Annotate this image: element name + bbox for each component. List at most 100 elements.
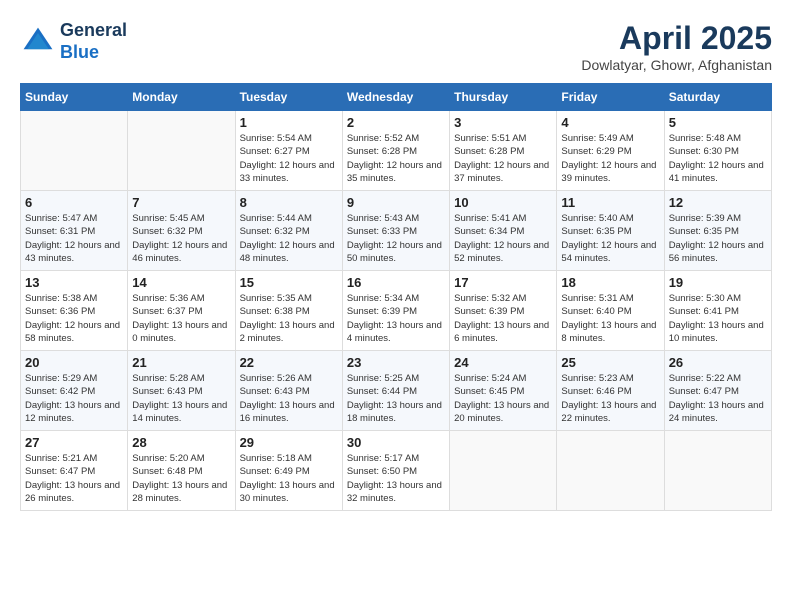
title-block: April 2025 Dowlatyar, Ghowr, Afghanistan — [581, 20, 772, 73]
day-number: 11 — [561, 195, 659, 210]
day-info: Sunrise: 5:44 AMSunset: 6:32 PMDaylight:… — [240, 212, 338, 265]
day-info: Sunrise: 5:51 AMSunset: 6:28 PMDaylight:… — [454, 132, 552, 185]
day-info: Sunrise: 5:48 AMSunset: 6:30 PMDaylight:… — [669, 132, 767, 185]
calendar-cell: 8 Sunrise: 5:44 AMSunset: 6:32 PMDaylight… — [235, 191, 342, 271]
day-info: Sunrise: 5:31 AMSunset: 6:40 PMDaylight:… — [561, 292, 659, 345]
weekday-header-thursday: Thursday — [450, 84, 557, 111]
weekday-header-friday: Friday — [557, 84, 664, 111]
day-number: 27 — [25, 435, 123, 450]
day-number: 19 — [669, 275, 767, 290]
day-info: Sunrise: 5:21 AMSunset: 6:47 PMDaylight:… — [25, 452, 123, 505]
calendar-cell: 16Sunrise: 5:34 AMSunset: 6:39 PMDayligh… — [342, 271, 449, 351]
logo: General Blue — [20, 20, 127, 63]
calendar-cell: 19 Sunrise: 5:30 AMSunset: 6:41 PMDayligh… — [664, 271, 771, 351]
page-header: General Blue April 2025 Dowlatyar, Ghowr… — [20, 20, 772, 73]
calendar-cell — [128, 111, 235, 191]
day-info: Sunrise: 5:45 AMSunset: 6:32 PMDaylight:… — [132, 212, 230, 265]
month-title: April 2025 — [581, 20, 772, 57]
calendar-cell: 29 Sunrise: 5:18 AMSunset: 6:49 PMDayligh… — [235, 431, 342, 511]
day-number: 21 — [132, 355, 230, 370]
day-info: Sunrise: 5:41 AMSunset: 6:34 PMDaylight:… — [454, 212, 552, 265]
day-info: Sunrise: 5:24 AMSunset: 6:45 PMDaylight:… — [454, 372, 552, 425]
calendar-cell: 2Sunrise: 5:52 AMSunset: 6:28 PMDaylight… — [342, 111, 449, 191]
day-info: Sunrise: 5:23 AMSunset: 6:46 PMDaylight:… — [561, 372, 659, 425]
calendar-cell: 30Sunrise: 5:17 AMSunset: 6:50 PMDayligh… — [342, 431, 449, 511]
calendar-week-2: 6 Sunrise: 5:47 AMSunset: 6:31 PMDaylight… — [21, 191, 772, 271]
calendar-cell — [664, 431, 771, 511]
day-number: 10 — [454, 195, 552, 210]
day-number: 26 — [669, 355, 767, 370]
calendar-cell: 27 Sunrise: 5:21 AMSunset: 6:47 PMDayligh… — [21, 431, 128, 511]
calendar-cell: 20 Sunrise: 5:29 AMSunset: 6:42 PMDayligh… — [21, 351, 128, 431]
day-info: Sunrise: 5:35 AMSunset: 6:38 PMDaylight:… — [240, 292, 338, 345]
day-info: Sunrise: 5:25 AMSunset: 6:44 PMDaylight:… — [347, 372, 445, 425]
day-number: 25 — [561, 355, 659, 370]
day-info: Sunrise: 5:30 AMSunset: 6:41 PMDaylight:… — [669, 292, 767, 345]
weekday-header-tuesday: Tuesday — [235, 84, 342, 111]
calendar-cell: 10 Sunrise: 5:41 AMSunset: 6:34 PMDayligh… — [450, 191, 557, 271]
weekday-header-wednesday: Wednesday — [342, 84, 449, 111]
calendar-week-5: 27 Sunrise: 5:21 AMSunset: 6:47 PMDayligh… — [21, 431, 772, 511]
weekday-header-monday: Monday — [128, 84, 235, 111]
calendar-cell: 15Sunrise: 5:35 AMSunset: 6:38 PMDayligh… — [235, 271, 342, 351]
calendar-cell: 24 Sunrise: 5:24 AMSunset: 6:45 PMDayligh… — [450, 351, 557, 431]
day-number: 18 — [561, 275, 659, 290]
calendar-cell: 5Sunrise: 5:48 AMSunset: 6:30 PMDaylight… — [664, 111, 771, 191]
calendar-cell: 6 Sunrise: 5:47 AMSunset: 6:31 PMDaylight… — [21, 191, 128, 271]
logo-icon — [20, 24, 56, 60]
day-info: Sunrise: 5:43 AMSunset: 6:33 PMDaylight:… — [347, 212, 445, 265]
calendar-cell: 21 Sunrise: 5:28 AMSunset: 6:43 PMDayligh… — [128, 351, 235, 431]
day-number: 8 — [240, 195, 338, 210]
day-number: 30 — [347, 435, 445, 450]
day-number: 20 — [25, 355, 123, 370]
calendar-table: SundayMondayTuesdayWednesdayThursdayFrid… — [20, 83, 772, 511]
day-info: Sunrise: 5:49 AMSunset: 6:29 PMDaylight:… — [561, 132, 659, 185]
day-info: Sunrise: 5:20 AMSunset: 6:48 PMDaylight:… — [132, 452, 230, 505]
day-info: Sunrise: 5:40 AMSunset: 6:35 PMDaylight:… — [561, 212, 659, 265]
day-number: 12 — [669, 195, 767, 210]
day-number: 1 — [240, 115, 338, 130]
day-number: 4 — [561, 115, 659, 130]
day-number: 3 — [454, 115, 552, 130]
day-info: Sunrise: 5:47 AMSunset: 6:31 PMDaylight:… — [25, 212, 123, 265]
calendar-cell: 14Sunrise: 5:36 AMSunset: 6:37 PMDayligh… — [128, 271, 235, 351]
calendar-cell: 9 Sunrise: 5:43 AMSunset: 6:33 PMDaylight… — [342, 191, 449, 271]
weekday-header-saturday: Saturday — [664, 84, 771, 111]
calendar-cell: 4 Sunrise: 5:49 AMSunset: 6:29 PMDaylight… — [557, 111, 664, 191]
day-info: Sunrise: 5:22 AMSunset: 6:47 PMDaylight:… — [669, 372, 767, 425]
day-number: 28 — [132, 435, 230, 450]
day-info: Sunrise: 5:18 AMSunset: 6:49 PMDaylight:… — [240, 452, 338, 505]
day-number: 17 — [454, 275, 552, 290]
calendar-cell: 26 Sunrise: 5:22 AMSunset: 6:47 PMDayligh… — [664, 351, 771, 431]
day-info: Sunrise: 5:39 AMSunset: 6:35 PMDaylight:… — [669, 212, 767, 265]
calendar-cell: 28 Sunrise: 5:20 AMSunset: 6:48 PMDayligh… — [128, 431, 235, 511]
day-info: Sunrise: 5:52 AMSunset: 6:28 PMDaylight:… — [347, 132, 445, 185]
day-info: Sunrise: 5:29 AMSunset: 6:42 PMDaylight:… — [25, 372, 123, 425]
day-number: 6 — [25, 195, 123, 210]
calendar-cell: 22Sunrise: 5:26 AMSunset: 6:43 PMDayligh… — [235, 351, 342, 431]
calendar-cell — [450, 431, 557, 511]
day-number: 7 — [132, 195, 230, 210]
day-info: Sunrise: 5:28 AMSunset: 6:43 PMDaylight:… — [132, 372, 230, 425]
calendar-cell: 1 Sunrise: 5:54 AMSunset: 6:27 PMDaylight… — [235, 111, 342, 191]
weekday-header-sunday: Sunday — [21, 84, 128, 111]
day-number: 29 — [240, 435, 338, 450]
calendar-cell: 3 Sunrise: 5:51 AMSunset: 6:28 PMDaylight… — [450, 111, 557, 191]
calendar-week-3: 13 Sunrise: 5:38 AMSunset: 6:36 PMDayligh… — [21, 271, 772, 351]
calendar-week-4: 20 Sunrise: 5:29 AMSunset: 6:42 PMDayligh… — [21, 351, 772, 431]
day-number: 23 — [347, 355, 445, 370]
calendar-cell: 7 Sunrise: 5:45 AMSunset: 6:32 PMDaylight… — [128, 191, 235, 271]
day-info: Sunrise: 5:54 AMSunset: 6:27 PMDaylight:… — [240, 132, 338, 185]
day-number: 9 — [347, 195, 445, 210]
day-number: 24 — [454, 355, 552, 370]
calendar-cell: 17 Sunrise: 5:32 AMSunset: 6:39 PMDayligh… — [450, 271, 557, 351]
day-info: Sunrise: 5:38 AMSunset: 6:36 PMDaylight:… — [25, 292, 123, 345]
day-number: 22 — [240, 355, 338, 370]
calendar-header-row: SundayMondayTuesdayWednesdayThursdayFrid… — [21, 84, 772, 111]
day-info: Sunrise: 5:32 AMSunset: 6:39 PMDaylight:… — [454, 292, 552, 345]
calendar-cell — [557, 431, 664, 511]
day-info: Sunrise: 5:36 AMSunset: 6:37 PMDaylight:… — [132, 292, 230, 345]
calendar-cell: 11 Sunrise: 5:40 AMSunset: 6:35 PMDayligh… — [557, 191, 664, 271]
calendar-cell: 13 Sunrise: 5:38 AMSunset: 6:36 PMDayligh… — [21, 271, 128, 351]
day-number: 13 — [25, 275, 123, 290]
